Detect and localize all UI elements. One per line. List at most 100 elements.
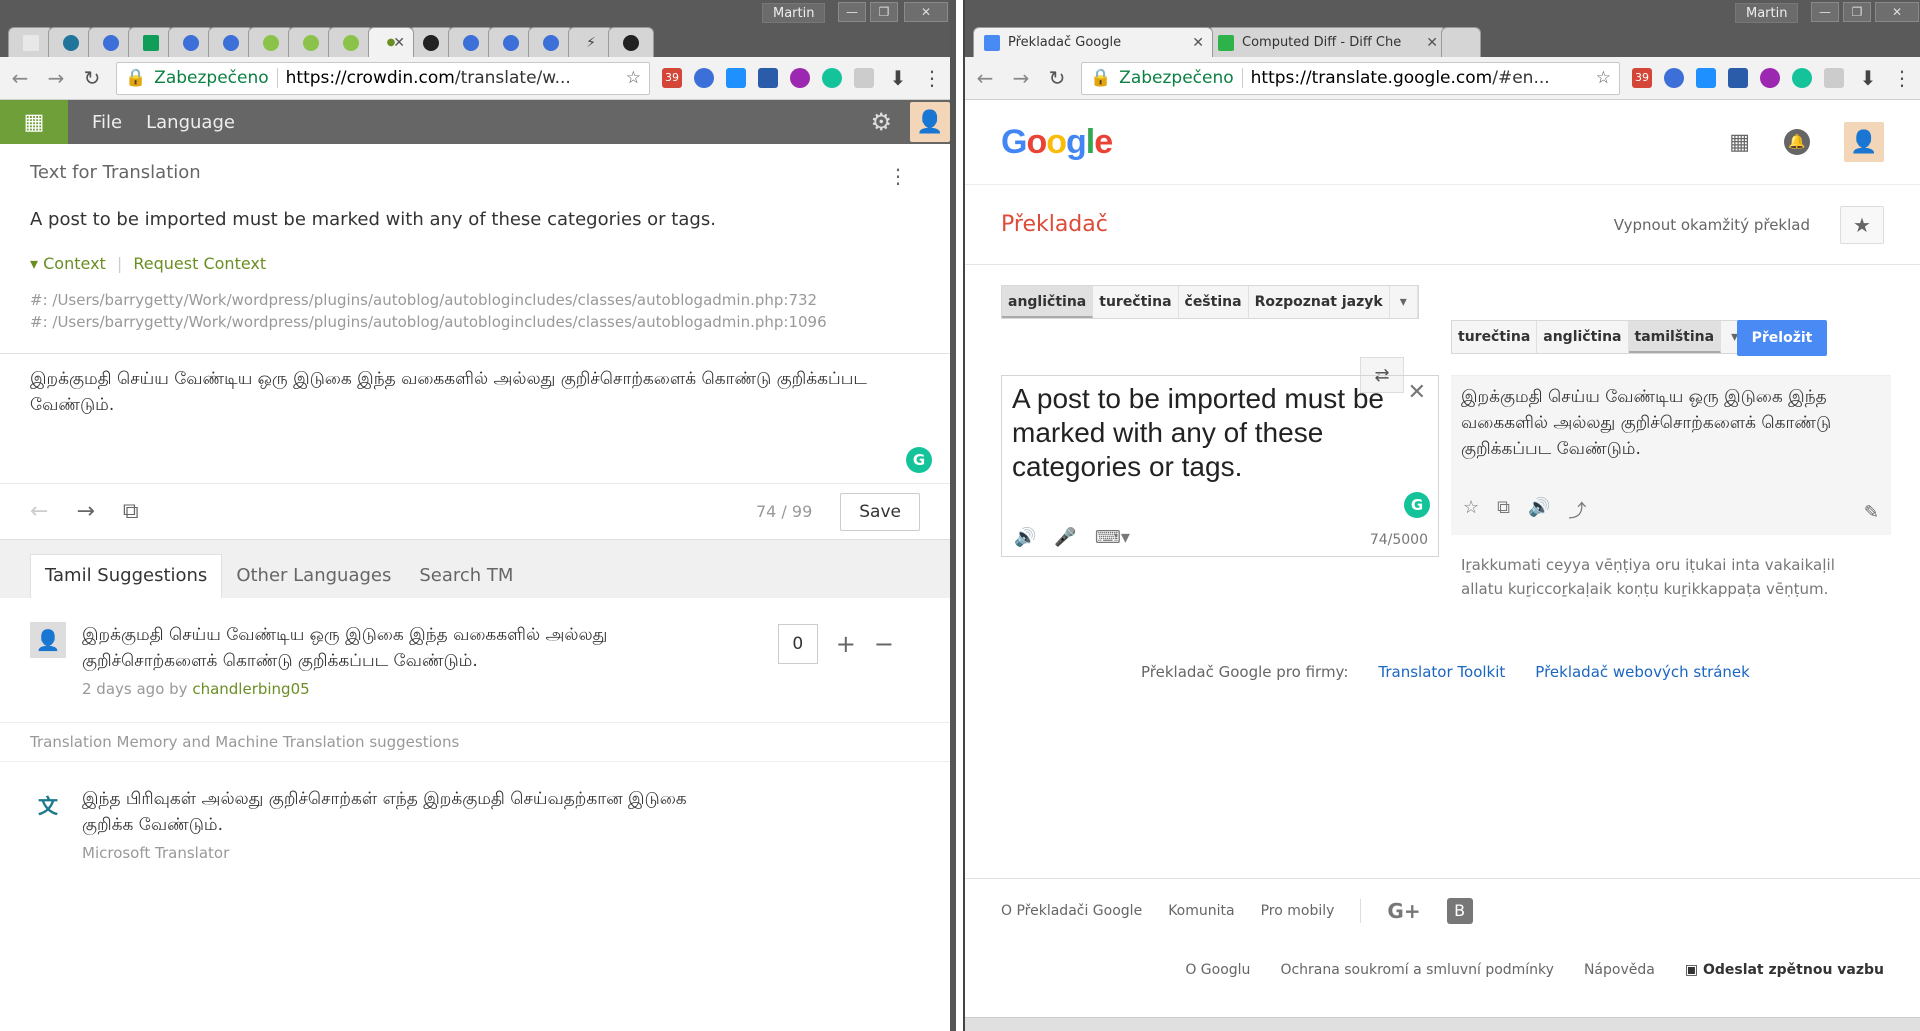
avatar[interactable]: 👤	[1844, 122, 1884, 162]
n-extension-icon[interactable]	[1728, 68, 1748, 88]
google-logo[interactable]: Google	[1001, 123, 1113, 162]
footer-mobile[interactable]: Pro mobily	[1261, 903, 1335, 919]
page-title[interactable]: Překladač	[1001, 212, 1108, 237]
gmail-extension-icon[interactable]: 39	[662, 68, 682, 88]
minimize-button[interactable]: —	[1811, 2, 1839, 22]
close-tab-icon[interactable]: ✕	[1426, 35, 1438, 51]
microphone-icon[interactable]: 🎤	[1054, 527, 1076, 548]
mt-suggestion-text[interactable]: இந்த பிரிவுகள் அல்லது குறிச்சொற்கள் எந்த…	[82, 786, 722, 838]
reload-icon[interactable]: ↻	[1045, 66, 1069, 90]
request-context-link[interactable]: Request Context	[133, 254, 266, 273]
footer-community[interactable]: Komunita	[1168, 903, 1234, 919]
translation-textarea[interactable]: இறக்குமதி செய்ய வேண்டிய ஒரு இடுகை இந்த வ…	[30, 366, 920, 418]
instant-translate-toggle[interactable]: Vypnout okamžitý překlad	[1614, 216, 1810, 234]
new-tab-button[interactable]	[1441, 27, 1481, 57]
bookmark-star-icon[interactable]: ☆	[626, 68, 641, 88]
apps-grid-icon[interactable]: ▦	[1729, 130, 1750, 155]
minimize-button[interactable]: —	[838, 2, 866, 22]
source-textbox[interactable]: A post to be imported must be marked wit…	[1001, 375, 1439, 557]
address-bar[interactable]: 🔒 Zabezpečeno https://crowdin.com/transl…	[116, 61, 650, 95]
gear-icon[interactable]: ⚙	[870, 108, 910, 136]
v-extension-icon[interactable]	[726, 68, 746, 88]
maximize-button[interactable]: ❐	[870, 2, 898, 22]
crowdin-extension-icon[interactable]	[1664, 68, 1684, 88]
gmail-extension-icon[interactable]: 39	[1632, 68, 1652, 88]
apps-grid-icon[interactable]: ▦	[0, 100, 68, 144]
crowdin-extension-icon[interactable]	[694, 68, 714, 88]
feedback-button[interactable]: ▣ Odeslat zpětnou vazbu	[1685, 962, 1884, 978]
keyboard-icon[interactable]: ⌨▾	[1095, 527, 1130, 548]
source-text[interactable]: A post to be imported must be marked wit…	[1012, 382, 1428, 484]
copy-source-icon[interactable]: ⧉	[123, 499, 139, 524]
speaker-icon[interactable]: 🔊	[1014, 527, 1036, 548]
suggestion-user-link[interactable]: chandlerbing05	[192, 680, 309, 698]
tab-google-translate[interactable]: Překladač Google ✕	[973, 27, 1213, 57]
copy-icon[interactable]: ⧉	[1497, 497, 1510, 523]
website-translator-link[interactable]: Překladač webových stránek	[1535, 663, 1750, 681]
tab-other-languages[interactable]: Other Languages	[222, 555, 405, 598]
share-icon[interactable]: ⤴	[1568, 497, 1586, 523]
lang-turkish[interactable]: turečtina	[1452, 321, 1538, 353]
forward-icon[interactable]: →	[44, 66, 68, 90]
lang-czech[interactable]: čeština	[1179, 286, 1249, 318]
suggestion-text[interactable]: இறக்குமதி செய்ய வேண்டிய ஒரு இடுகை இந்த வ…	[82, 622, 722, 674]
save-button[interactable]: Save	[840, 492, 920, 531]
maximize-button[interactable]: ❐	[1843, 2, 1871, 22]
translator-toolkit-link[interactable]: Translator Toolkit	[1378, 663, 1505, 681]
lang-detect[interactable]: Rozpoznat jazyk	[1249, 286, 1390, 318]
lang-turkish[interactable]: turečtina	[1093, 286, 1179, 318]
footer-about-translate[interactable]: O Překladači Google	[1001, 903, 1142, 919]
minus-icon[interactable]: −	[874, 630, 894, 658]
address-bar[interactable]: 🔒 Zabezpečeno https://translate.google.c…	[1081, 61, 1620, 95]
grammarly-extension-icon[interactable]	[822, 68, 842, 88]
grammarly-extension-icon[interactable]	[1792, 68, 1812, 88]
tab-search-tm[interactable]: Search TM	[405, 555, 527, 598]
phrasebook-star-button[interactable]: ★	[1840, 205, 1884, 244]
avatar[interactable]: 👤	[910, 102, 950, 142]
more-options-icon[interactable]: ⋮	[888, 164, 908, 188]
close-window-button[interactable]: ✕	[1875, 2, 1919, 22]
profile-button[interactable]: Martin	[1735, 3, 1799, 23]
next-arrow-icon[interactable]: →	[76, 499, 94, 524]
download-icon[interactable]: ⬇	[1856, 66, 1880, 90]
lang-english[interactable]: angličtina	[1002, 286, 1094, 318]
close-tab-icon[interactable]: ✕	[1192, 35, 1204, 51]
tab-diff-checker[interactable]: Computed Diff - Diff Che ✕	[1207, 27, 1447, 57]
context-toggle[interactable]: Context	[43, 254, 106, 273]
previous-arrow-icon[interactable]: ←	[30, 499, 48, 524]
tab-active[interactable]: ● ✕	[368, 27, 414, 57]
tab[interactable]	[608, 27, 654, 57]
reload-icon[interactable]: ↻	[80, 66, 104, 90]
browser-menu-icon[interactable]: ⋮	[922, 66, 942, 90]
file-menu[interactable]: File	[68, 112, 146, 133]
blogger-icon[interactable]: B	[1446, 897, 1473, 924]
footer-privacy[interactable]: Ochrana soukromí a smluvní podmínky	[1280, 962, 1554, 978]
google-plus-icon[interactable]: G+	[1387, 899, 1420, 923]
bookmark-star-icon[interactable]: ☆	[1596, 68, 1611, 88]
n-extension-icon[interactable]	[758, 68, 778, 88]
close-window-button[interactable]: ✕	[904, 2, 948, 22]
language-menu[interactable]: Language	[146, 112, 259, 133]
dots-extension-icon[interactable]	[790, 68, 810, 88]
translate-button[interactable]: Přeložit	[1737, 320, 1827, 356]
translation-text[interactable]: இறக்குமதி செய்ய வேண்டிய ஒரு இடுகை இந்த வ…	[1461, 384, 1881, 462]
back-icon[interactable]: ←	[8, 66, 32, 90]
translation-editor[interactable]: இறக்குமதி செய்ய வேண்டிய ஒரு இடுகை இந்த வ…	[0, 354, 950, 484]
back-icon[interactable]: ←	[973, 66, 997, 90]
speaker-icon[interactable]: 🔊	[1528, 497, 1550, 523]
footer-about-google[interactable]: O Googlu	[1185, 962, 1250, 978]
tab-tamil-suggestions[interactable]: Tamil Suggestions	[30, 554, 223, 598]
plus-icon[interactable]: +	[836, 630, 856, 658]
grammarly-icon[interactable]: G	[906, 447, 932, 473]
lang-tamil[interactable]: tamilština	[1628, 321, 1722, 353]
star-icon[interactable]: ☆	[1463, 497, 1479, 523]
profile-button[interactable]: Martin	[762, 3, 826, 23]
dots-extension-icon[interactable]	[1760, 68, 1780, 88]
v-extension-icon[interactable]	[1696, 68, 1716, 88]
download-icon[interactable]: ⬇	[886, 66, 910, 90]
forward-icon[interactable]: →	[1009, 66, 1033, 90]
footer-help[interactable]: Nápověda	[1584, 962, 1655, 978]
extension-icon[interactable]	[854, 68, 874, 88]
lang-english[interactable]: angličtina	[1537, 321, 1629, 353]
edit-pencil-icon[interactable]: ✎	[1864, 502, 1879, 523]
